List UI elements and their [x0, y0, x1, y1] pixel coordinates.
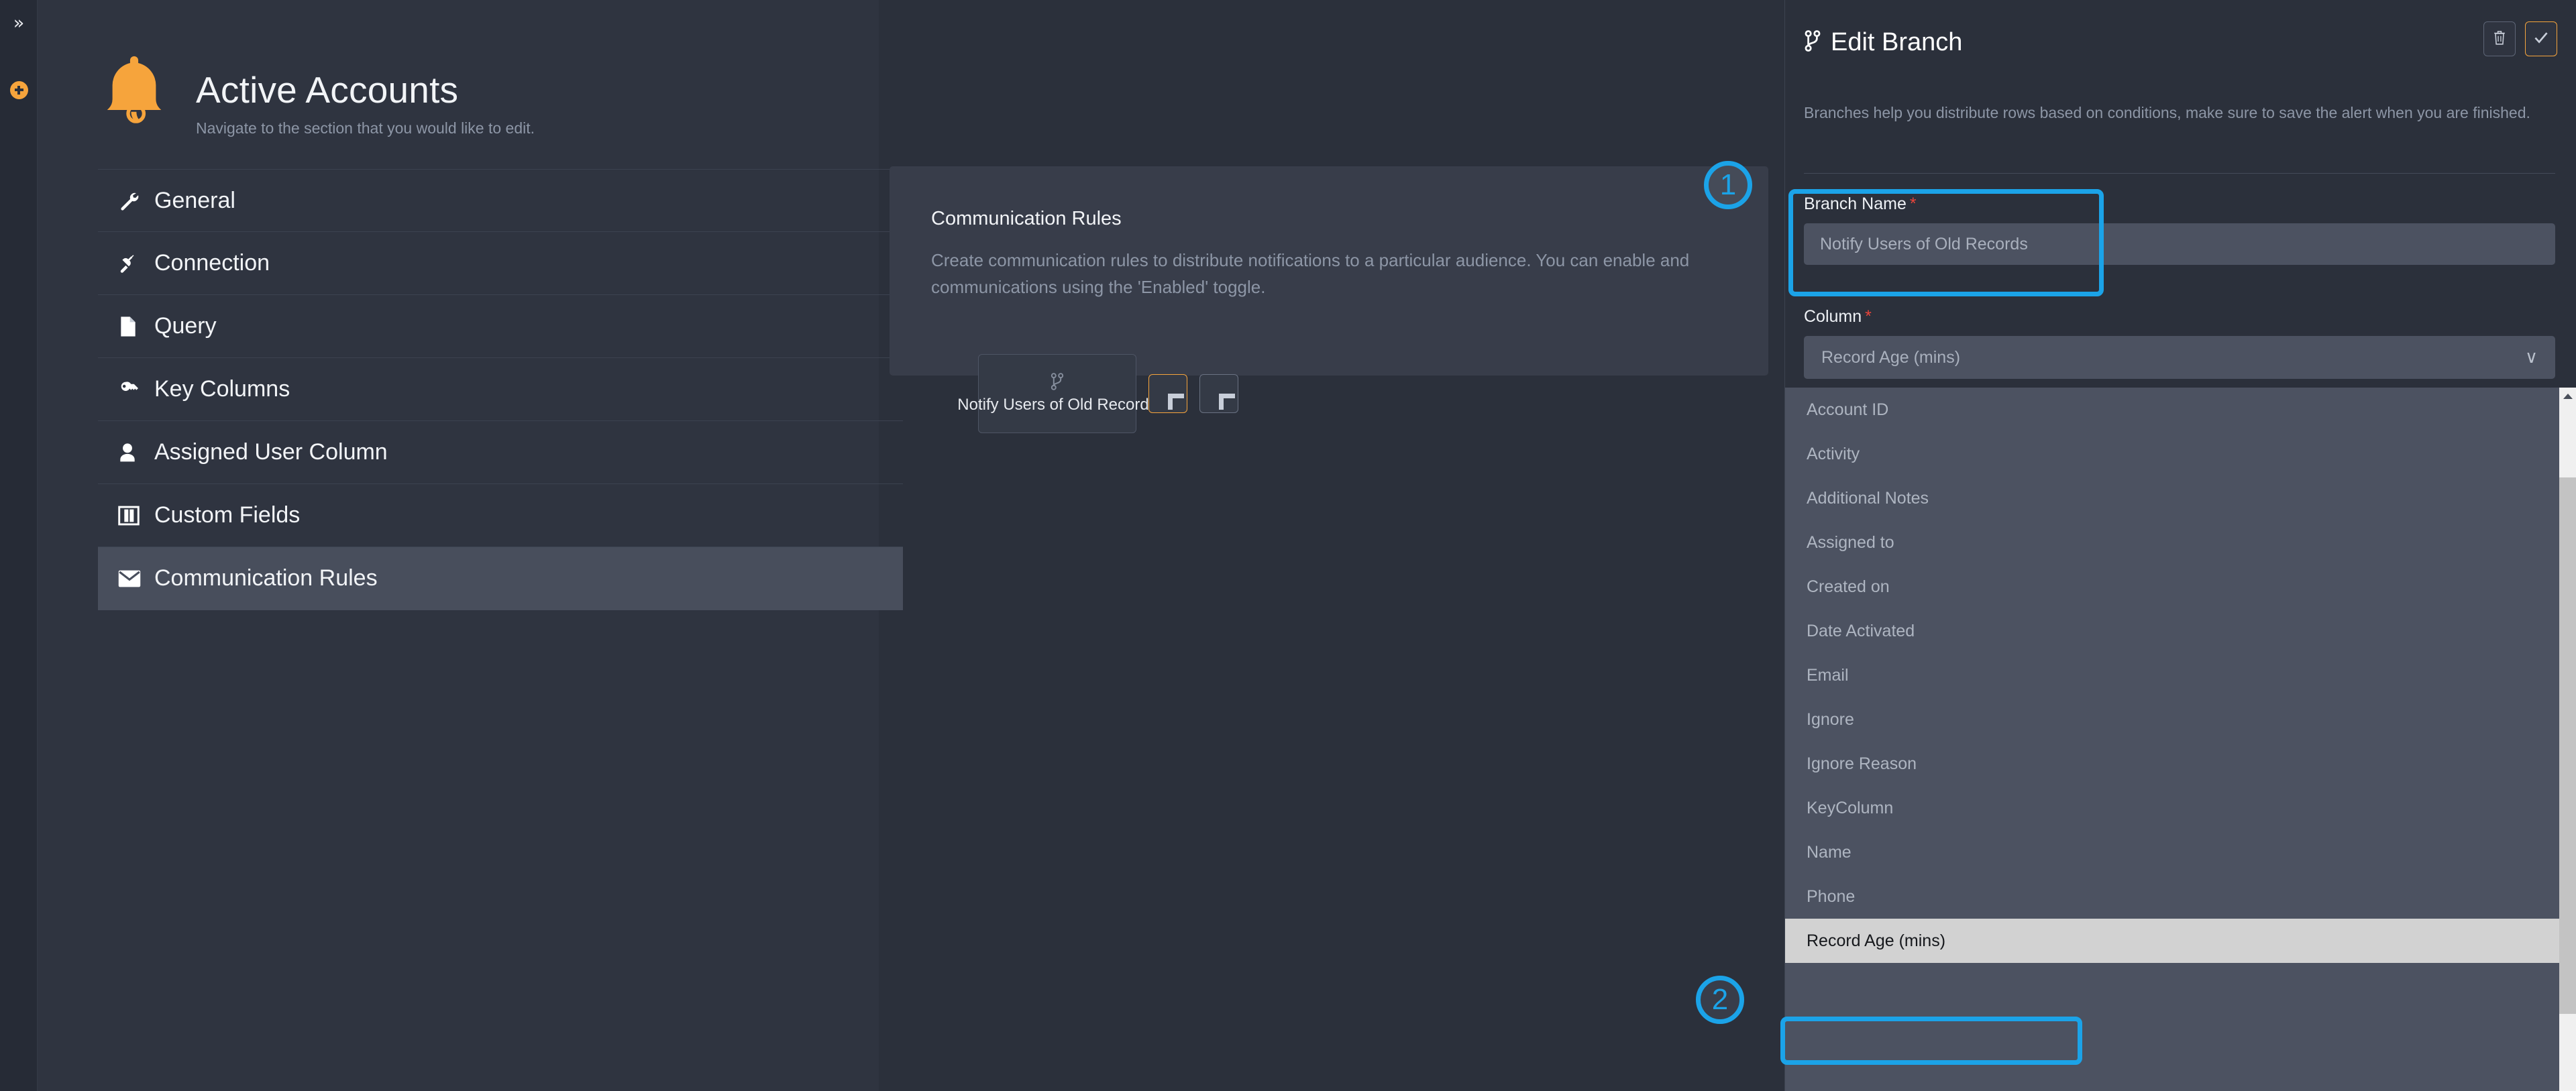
dropdown-option[interactable]: Additional Notes [1785, 476, 2576, 520]
wrench-icon [118, 190, 145, 211]
page-title: Active Accounts [196, 69, 459, 111]
add-branch-button[interactable] [1148, 374, 1187, 413]
chevron-down-icon: ∨ [2524, 347, 2538, 367]
left-icon-rail: » [0, 0, 38, 1091]
sidebar-item-label: Custom Fields [154, 502, 301, 528]
branch-icon [1804, 30, 1821, 55]
branch-card[interactable]: Notify Users of Old Records [957, 354, 1157, 433]
sidebar-item-label: Connection [154, 250, 270, 276]
page-subtitle: Navigate to the section that you would l… [196, 119, 535, 137]
column-select-value: Record Age (mins) [1821, 347, 1961, 367]
delete-branch-button[interactable] [2483, 21, 2516, 56]
add-circle-icon [9, 80, 28, 99]
sidebar-item-label: General [154, 187, 235, 213]
column-select[interactable]: Record Age (mins) ∨ [1804, 336, 2555, 379]
page-title: Edit Branch [1831, 28, 1963, 56]
plug-icon [118, 253, 145, 274]
dropdown-option[interactable]: Ignore Reason [1785, 742, 2576, 786]
edit-branch-actions [2483, 21, 2557, 56]
bell-icon [107, 56, 162, 123]
sidebar-item-query[interactable]: Query [98, 295, 903, 358]
sidebar-item-label: Key Columns [154, 376, 290, 402]
dropdown-option[interactable]: KeyColumn [1785, 786, 2576, 830]
branch-name-field-group: Branch Name * Notify Users of Old Records [1804, 194, 2555, 265]
dropdown-option[interactable]: Activity [1785, 432, 2576, 476]
branch-row: Notify Users of Old Records [957, 354, 1238, 433]
branch-name-label-text: Branch Name [1804, 194, 1907, 213]
annotation-marker-2: 2 [1696, 976, 1744, 1024]
sidebar-item-label: Communication Rules [154, 565, 378, 591]
sidebar-item-general[interactable]: General [98, 169, 903, 232]
dropdown-option-selected[interactable]: Record Age (mins) [1785, 919, 2576, 963]
file-icon [118, 316, 145, 337]
check-icon [2534, 30, 2548, 48]
edit-branch-panel: Edit Branch Branches help you distribute… [1784, 0, 2576, 1091]
branch-name-label: Branch Name * [1804, 194, 2555, 214]
branch-name-input[interactable]: Notify Users of Old Records [1804, 223, 2555, 265]
trash-icon [2493, 30, 2506, 49]
communication-rules-description: Create communication rules to distribute… [931, 250, 1690, 298]
scroll-up-arrow-icon[interactable] [2559, 388, 2576, 405]
alert-titles: Active Accounts Navigate to the section … [196, 69, 535, 137]
column-dropdown-list[interactable]: Account ID Activity Additional Notes Assign… [1785, 388, 2576, 1091]
dropdown-option[interactable]: Created on [1785, 565, 2576, 609]
communication-rules-title: Communication Rules [931, 208, 1122, 229]
chevron-double-right-icon: » [13, 12, 25, 34]
branch-icon [1050, 373, 1065, 390]
dropdown-option[interactable]: Account ID [1785, 388, 2576, 432]
columns-icon [118, 506, 145, 526]
dropdown-option[interactable]: Email [1785, 653, 2576, 697]
edit-branch-header: Edit Branch [1804, 28, 1962, 57]
required-marker: * [1909, 194, 1917, 213]
scrollbar-thumb[interactable] [2559, 477, 2576, 1014]
sidebar-item-connection[interactable]: Connection [98, 232, 903, 295]
column-field-group: Column * Record Age (mins) ∨ [1804, 307, 2555, 379]
branch-card-label: Notify Users of Old Records [957, 396, 1157, 414]
divider [1804, 173, 2555, 174]
settings-navigation-panel: Active Accounts Navigate to the section … [38, 0, 903, 1091]
column-dropdown-options: Account ID Activity Additional Notes Assign… [1785, 388, 2576, 963]
save-branch-button[interactable] [2525, 21, 2557, 56]
envelope-icon [118, 570, 145, 587]
edit-branch-description: Branches help you distribute rows based … [1804, 104, 2530, 121]
alert-header: Active Accounts Navigate to the section … [98, 52, 535, 137]
dropdown-option[interactable]: Date Activated [1785, 609, 2576, 653]
sidebar-item-key-columns[interactable]: Key Columns [98, 358, 903, 421]
sidebar-item-label: Assigned User Column [154, 439, 388, 465]
dropdown-option[interactable]: Phone [1785, 874, 2576, 919]
required-marker: * [1865, 307, 1872, 326]
add-rule-button[interactable] [1199, 374, 1238, 413]
user-icon [118, 442, 145, 463]
annotation-marker-1: 1 [1704, 161, 1752, 209]
column-label: Column * [1804, 307, 2555, 327]
add-new-button[interactable] [0, 75, 38, 105]
dropdown-scrollbar[interactable] [2559, 388, 2576, 1091]
expand-sidebar-button[interactable]: » [0, 8, 38, 38]
sidebar-item-custom-fields[interactable]: Custom Fields [98, 484, 903, 547]
sidebar-item-assigned-user-column[interactable]: Assigned User Column [98, 421, 903, 484]
sidebar-item-communication-rules[interactable]: Communication Rules [98, 547, 903, 610]
column-label-text: Column [1804, 307, 1862, 326]
dropdown-option[interactable]: Name [1785, 830, 2576, 874]
key-icon [118, 379, 145, 400]
dropdown-option[interactable]: Ignore [1785, 697, 2576, 742]
dropdown-option[interactable]: Assigned to [1785, 520, 2576, 565]
sidebar-item-label: Query [154, 313, 217, 339]
settings-nav-list: General Connection Query Key Columns Ass [98, 169, 903, 610]
communication-rules-card: Communication Rules Create communication… [890, 166, 1768, 376]
